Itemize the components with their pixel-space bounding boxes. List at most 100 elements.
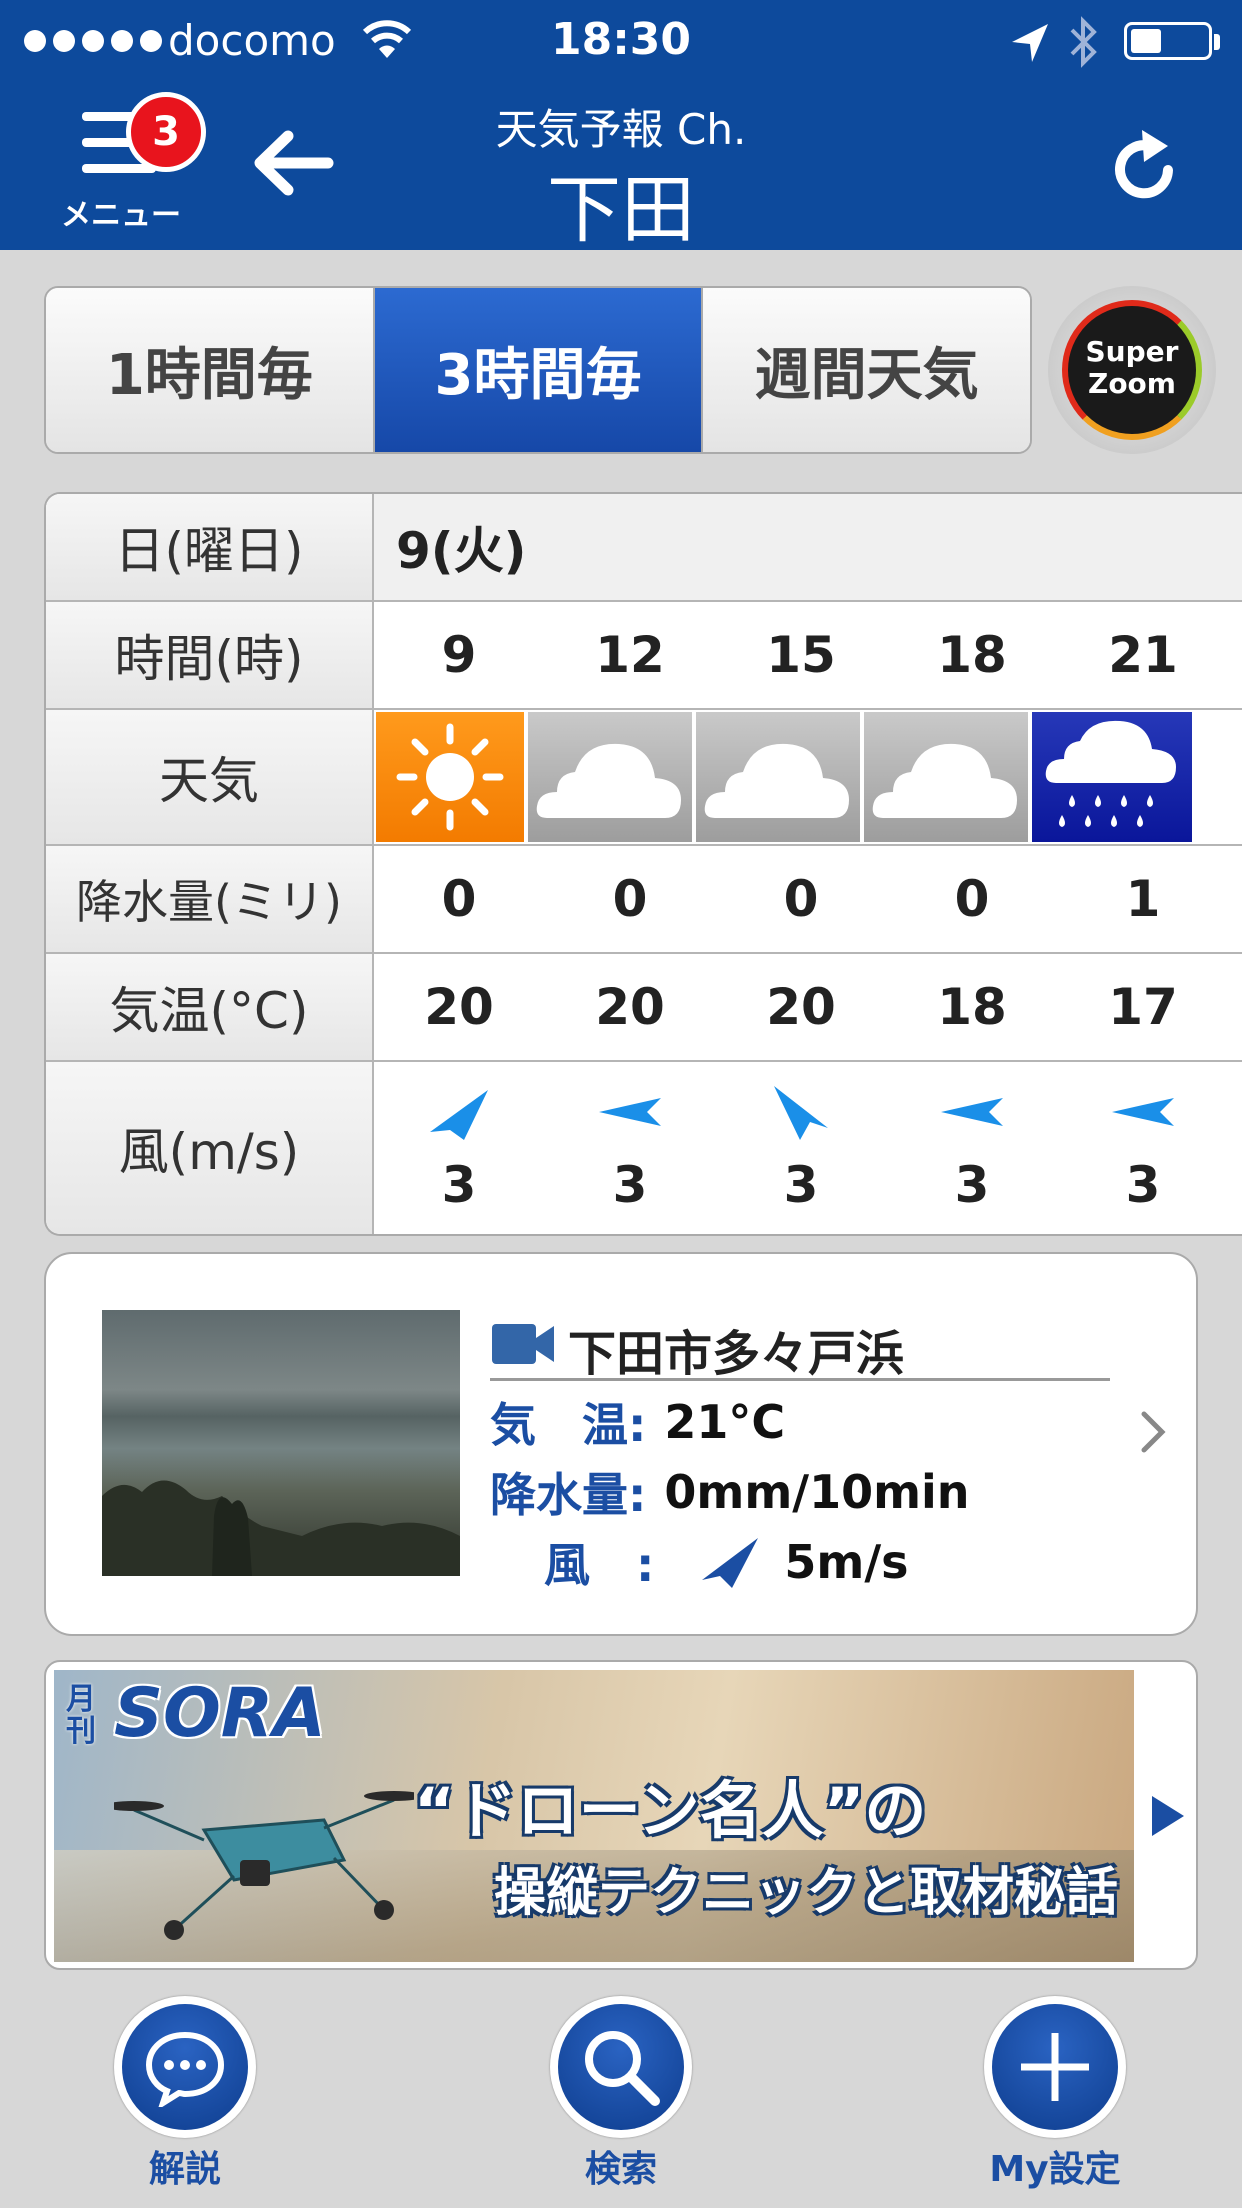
precip-cell: 0 (441, 870, 477, 928)
hour-row: 時間(時) 9 12 15 18 21 (46, 602, 1242, 710)
wind-speed: 3 (783, 1156, 819, 1214)
cloudy-icon (696, 712, 860, 842)
hour-cell: 18 (937, 626, 1007, 684)
rain-icon (1032, 712, 1192, 842)
live-camera-card[interactable]: 下田市多々戸浜 気 温: 21°C 降水量: 0mm/10min 風 : 5m/… (44, 1252, 1198, 1636)
wind-cell: 3 (374, 1062, 544, 1234)
camera-thumbnail (102, 1310, 460, 1576)
wind-cell: 3 (545, 1062, 715, 1234)
temp-cell: 20 (424, 978, 494, 1036)
ad-headline-1: “ドローン名人”の (414, 1774, 927, 1847)
camera-precip: 降水量: 0mm/10min (490, 1462, 970, 1522)
date-row: 日(曜日) 9(火) (46, 494, 1242, 602)
row-header-precip: 降水量(ミリ) (46, 846, 374, 952)
wind-row: 風(m/s) 3 3 3 3 3 (46, 1062, 1242, 1234)
nav-commentary-button[interactable]: 解説 (110, 1992, 260, 2202)
wind-speed: 3 (954, 1156, 990, 1214)
arrow-west-icon (599, 1098, 661, 1126)
ad-banner[interactable]: 月刊 SORA “ドローン名人”の 操縦テクニックと取材秘話 (44, 1660, 1198, 1970)
row-header-wind: 風(m/s) (46, 1062, 374, 1234)
arrow-west-icon (941, 1098, 1003, 1126)
temp-row: 気温(°C) 20 20 20 18 17 (46, 954, 1242, 1062)
wind-cell: 3 (1058, 1062, 1228, 1234)
wind-cell: 3 (716, 1062, 886, 1234)
arrow-ene-icon (430, 1090, 488, 1140)
play-arrow-icon (1152, 1796, 1184, 1836)
city-title: 下田 (547, 167, 695, 253)
camera-title-row: 下田市多々戸浜 (490, 1314, 1110, 1382)
reload-icon[interactable] (1106, 124, 1186, 210)
drone-icon (114, 1791, 414, 1940)
row-header-temp: 気温(°C) (46, 954, 374, 1060)
nav-my-settings-button[interactable]: My設定 (980, 1992, 1130, 2202)
precip-cell: 0 (783, 870, 819, 928)
sunny-icon (376, 712, 524, 842)
cloudy-icon (864, 712, 1028, 842)
video-camera-icon (492, 1324, 554, 1364)
camera-scene (102, 1480, 460, 1576)
location-arrow-icon (1012, 24, 1048, 62)
nav-search-button[interactable]: 検索 (546, 1992, 696, 2202)
tab-1hour[interactable]: 1時間毎 (46, 288, 375, 452)
wind-speed: 3 (612, 1156, 648, 1214)
chevron-right-icon (1141, 1411, 1166, 1453)
nav-commentary-label: 解説 (148, 2149, 221, 2190)
camera-temp-label: 気 温: (490, 1398, 647, 1452)
camera-wind-value: 5m/s (784, 1535, 909, 1589)
nav-search-label: 検索 (584, 2149, 657, 2190)
superzoom-button[interactable]: Super Zoom (1048, 286, 1216, 454)
wind-speed: 3 (1125, 1156, 1161, 1214)
ad-image: 月刊 SORA “ドローン名人”の 操縦テクニックと取材秘話 (54, 1670, 1134, 1962)
nav-my-settings-label: My設定 (989, 2149, 1121, 2190)
ad-magazine-small: 月刊 (66, 1682, 96, 1749)
ad-headline-2: 操縦テクニックと取材秘話 (494, 1863, 1119, 1923)
status-time: 18:30 (550, 14, 692, 65)
wind-arrow-icon (702, 1538, 759, 1588)
bluetooth-icon (1070, 16, 1097, 68)
hour-cell: 15 (766, 626, 836, 684)
precip-cell: 0 (612, 870, 648, 928)
cloudy-icon (528, 712, 692, 842)
tab-weekly[interactable]: 週間天気 (703, 288, 1030, 452)
superzoom-label-2: Zoom (1088, 367, 1176, 400)
forecast-tabs: 1時間毎 3時間毎 週間天気 (44, 286, 1032, 454)
hour-cell: 12 (595, 626, 665, 684)
superzoom-icon: Super Zoom (1062, 300, 1202, 440)
camera-location-title: 下田市多々戸浜 (568, 1326, 905, 1382)
precip-row: 降水量(ミリ) 0 0 0 0 1 (46, 846, 1242, 954)
forecast-table: 日(曜日) 9(火) 時間(時) 9 12 15 18 21 天気 降水量(ミリ… (44, 492, 1242, 1236)
camera-temp-value: 21°C (664, 1395, 786, 1449)
camera-precip-label: 降水量: (490, 1468, 647, 1522)
tab-3hour[interactable]: 3時間毎 (374, 288, 704, 452)
temp-cell: 18 (937, 978, 1007, 1036)
chat-bubble-icon (122, 2004, 248, 2130)
app-title: 天気予報 Ch. (495, 105, 747, 154)
camera-wind-label: 風 : (544, 1538, 655, 1592)
hour-cell: 21 (1108, 626, 1178, 684)
search-icon (558, 2004, 684, 2130)
temp-cell: 20 (595, 978, 665, 1036)
row-header-weather: 天気 (46, 710, 374, 844)
hour-cell: 9 (441, 626, 477, 684)
plus-icon (992, 2004, 1118, 2130)
weather-row: 天気 (46, 710, 1242, 846)
precip-cell: 0 (954, 870, 990, 928)
superzoom-label-1: Super (1085, 335, 1179, 368)
arrow-nw-icon (774, 1086, 828, 1140)
status-bar: docomo 18:30 (0, 0, 1242, 86)
wind-cell: 3 (887, 1062, 1057, 1234)
app-header: docomo 18:30 メニュー 3 天気予報 Ch. 下田 (0, 0, 1242, 253)
temp-cell: 20 (766, 978, 836, 1036)
camera-precip-value: 0mm/10min (664, 1465, 970, 1519)
precip-cell: 1 (1125, 870, 1161, 928)
battery-icon (1124, 22, 1212, 60)
row-header-date: 日(曜日) (46, 494, 374, 600)
date-value: 9(火) (396, 522, 527, 580)
arrow-west-icon (1112, 1098, 1174, 1126)
temp-cell: 17 (1108, 978, 1178, 1036)
camera-wind: 風 : 5m/s (544, 1532, 909, 1592)
row-header-hour: 時間(時) (46, 602, 374, 708)
camera-temp: 気 温: 21°C (490, 1392, 785, 1452)
wind-speed: 3 (441, 1156, 477, 1214)
battery-tip (1214, 34, 1220, 50)
